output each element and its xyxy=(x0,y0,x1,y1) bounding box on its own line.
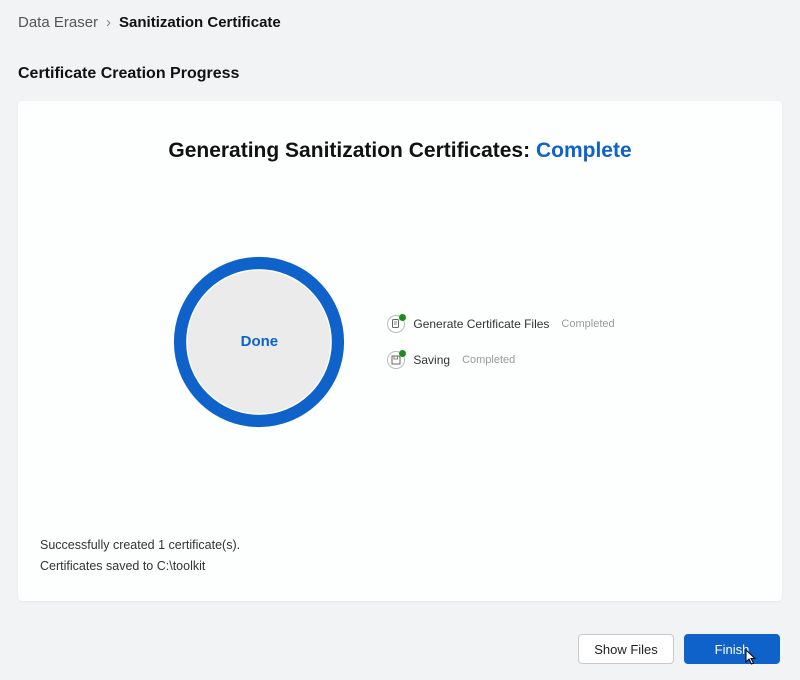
finish-button[interactable]: Finish xyxy=(684,634,780,664)
breadcrumb-root[interactable]: Data Eraser xyxy=(18,14,98,31)
status-dot-icon xyxy=(399,350,406,357)
result-line-path: Certificates saved to C:\toolkit xyxy=(40,556,760,577)
step-status: Completed xyxy=(561,318,614,330)
section-title: Certificate Creation Progress xyxy=(0,43,800,95)
step-label: Saving xyxy=(413,353,450,367)
steps-list: Generate Certificate Files Completed Sav… xyxy=(387,315,614,369)
progress-ring: Done xyxy=(165,248,353,436)
cert-file-icon xyxy=(387,315,405,333)
status-dot-icon xyxy=(399,314,406,321)
progress-ring-label: Done xyxy=(165,248,353,436)
step-status: Completed xyxy=(462,354,515,366)
breadcrumb: Data Eraser › Sanitization Certificate xyxy=(0,0,800,43)
button-row: Show Files Finish xyxy=(578,634,780,664)
heading-prefix: Generating Sanitization Certificates: xyxy=(168,139,530,162)
result-path-prefix: Certificates saved to xyxy=(40,559,153,573)
step-saving: Saving Completed xyxy=(387,351,614,369)
center-area: Done Generate Certificate Files Complete… xyxy=(18,173,782,521)
result-path-value: C:\toolkit xyxy=(157,559,206,573)
show-files-button[interactable]: Show Files xyxy=(578,634,674,664)
step-label: Generate Certificate Files xyxy=(413,317,549,331)
heading-status: Complete xyxy=(536,139,632,162)
card-heading: Generating Sanitization Certificates: Co… xyxy=(18,101,782,173)
result-summary: Successfully created 1 certificate(s). C… xyxy=(18,521,782,602)
step-generate-files: Generate Certificate Files Completed xyxy=(387,315,614,333)
save-icon xyxy=(387,351,405,369)
progress-card: Generating Sanitization Certificates: Co… xyxy=(18,101,782,601)
finish-button-label: Finish xyxy=(715,642,750,657)
chevron-right-icon: › xyxy=(106,14,111,31)
breadcrumb-current: Sanitization Certificate xyxy=(119,14,281,31)
result-line-count: Successfully created 1 certificate(s). xyxy=(40,535,760,556)
